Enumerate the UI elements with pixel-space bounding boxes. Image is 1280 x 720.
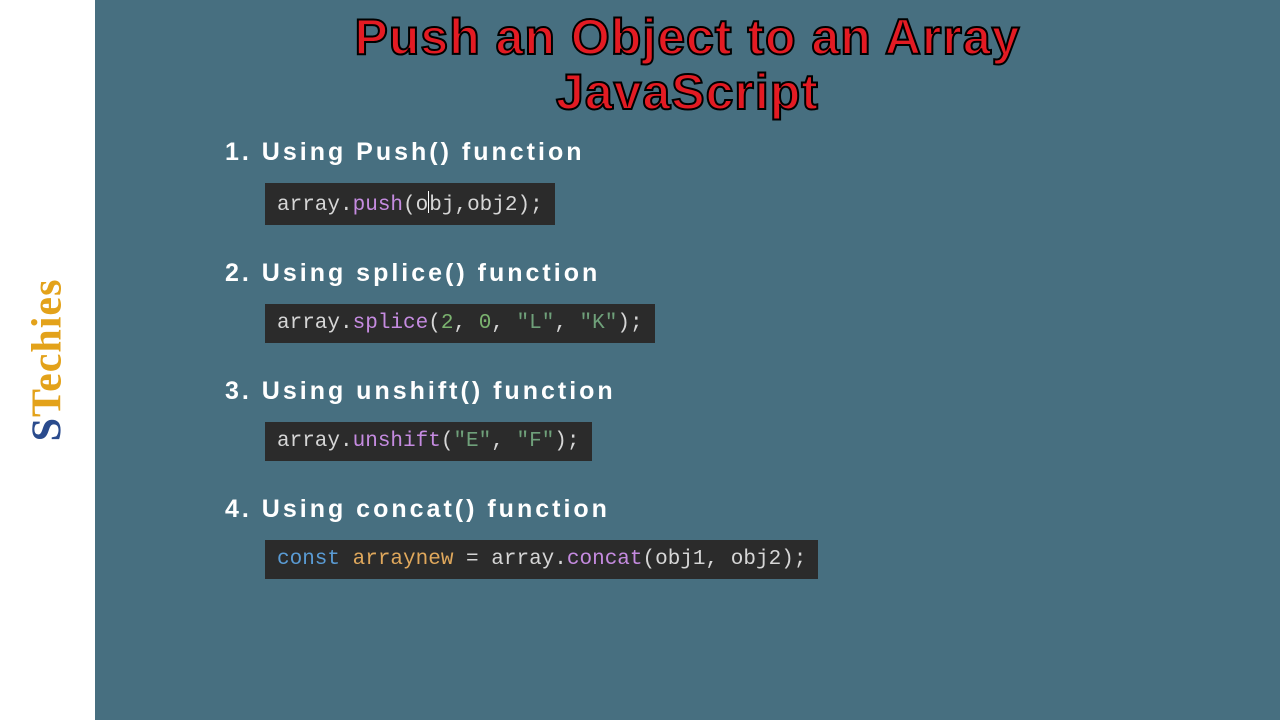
code-block-splice: array.splice(2, 0, "L", "K");	[265, 304, 655, 343]
code-token: );	[517, 194, 542, 217]
logo-letter-s: S	[25, 417, 71, 441]
section-unshift: 3. Using unshift() function array.unshif…	[225, 377, 1240, 483]
code-token: o	[416, 194, 429, 217]
code-block-concat: const arraynew = array.concat(obj1, obj2…	[265, 540, 818, 579]
code-token: obj2	[731, 548, 781, 571]
code-token: );	[617, 312, 642, 335]
section-heading-1: 1. Using Push() function	[225, 138, 1240, 167]
code-token: (	[403, 194, 416, 217]
code-block-push: array.push(obj,obj2);	[265, 183, 555, 225]
code-token: array	[277, 194, 340, 217]
section-heading-4: 4. Using concat() function	[225, 495, 1240, 524]
main-content: Push an Object to an Array JavaScript 1.…	[95, 0, 1280, 720]
code-token: (	[441, 430, 454, 453]
code-token-variable: arraynew	[353, 548, 454, 571]
code-token: );	[781, 548, 806, 571]
code-token: (	[428, 312, 441, 335]
code-token: (	[643, 548, 656, 571]
code-token: ,	[554, 312, 579, 335]
code-token: .	[340, 430, 353, 453]
code-token: .	[340, 312, 353, 335]
code-token: array	[277, 312, 340, 335]
code-token: .	[554, 548, 567, 571]
code-token-string: "E"	[453, 430, 491, 453]
code-token-method: unshift	[353, 430, 441, 453]
logo-rest: echies	[25, 279, 71, 392]
logo: STechies	[24, 279, 72, 442]
section-heading-3: 3. Using unshift() function	[225, 377, 1240, 406]
code-token-method: concat	[567, 548, 643, 571]
logo-letter-t: T	[25, 392, 71, 417]
code-block-unshift: array.unshift("E", "F");	[265, 422, 592, 461]
code-token-number: 2	[441, 312, 454, 335]
code-token: ,	[706, 548, 731, 571]
code-token: );	[554, 430, 579, 453]
code-token-string: "K"	[580, 312, 618, 335]
sidebar: STechies	[0, 0, 95, 720]
code-token: .	[340, 194, 353, 217]
page-title: Push an Object to an Array JavaScript	[135, 10, 1240, 120]
code-token: bj,obj2	[429, 194, 517, 217]
code-token: array	[277, 430, 340, 453]
section-concat: 4. Using concat() function const arrayne…	[225, 495, 1240, 601]
code-token-number: 0	[479, 312, 492, 335]
code-token: ,	[491, 312, 516, 335]
code-token-string: "L"	[517, 312, 555, 335]
code-token: ,	[453, 312, 478, 335]
title-line-2: JavaScript	[135, 65, 1240, 120]
code-token	[340, 548, 353, 571]
code-token: =	[453, 548, 491, 571]
section-push: 1. Using Push() function array.push(obj,…	[225, 138, 1240, 247]
title-line-1: Push an Object to an Array	[135, 10, 1240, 65]
code-token-method: push	[353, 194, 403, 217]
code-token: obj1	[655, 548, 705, 571]
code-token-keyword: const	[277, 548, 340, 571]
section-heading-2: 2. Using splice() function	[225, 259, 1240, 288]
code-token-method: splice	[353, 312, 429, 335]
section-splice: 2. Using splice() function array.splice(…	[225, 259, 1240, 365]
code-token: ,	[491, 430, 516, 453]
code-token-string: "F"	[516, 430, 554, 453]
code-token: array	[491, 548, 554, 571]
